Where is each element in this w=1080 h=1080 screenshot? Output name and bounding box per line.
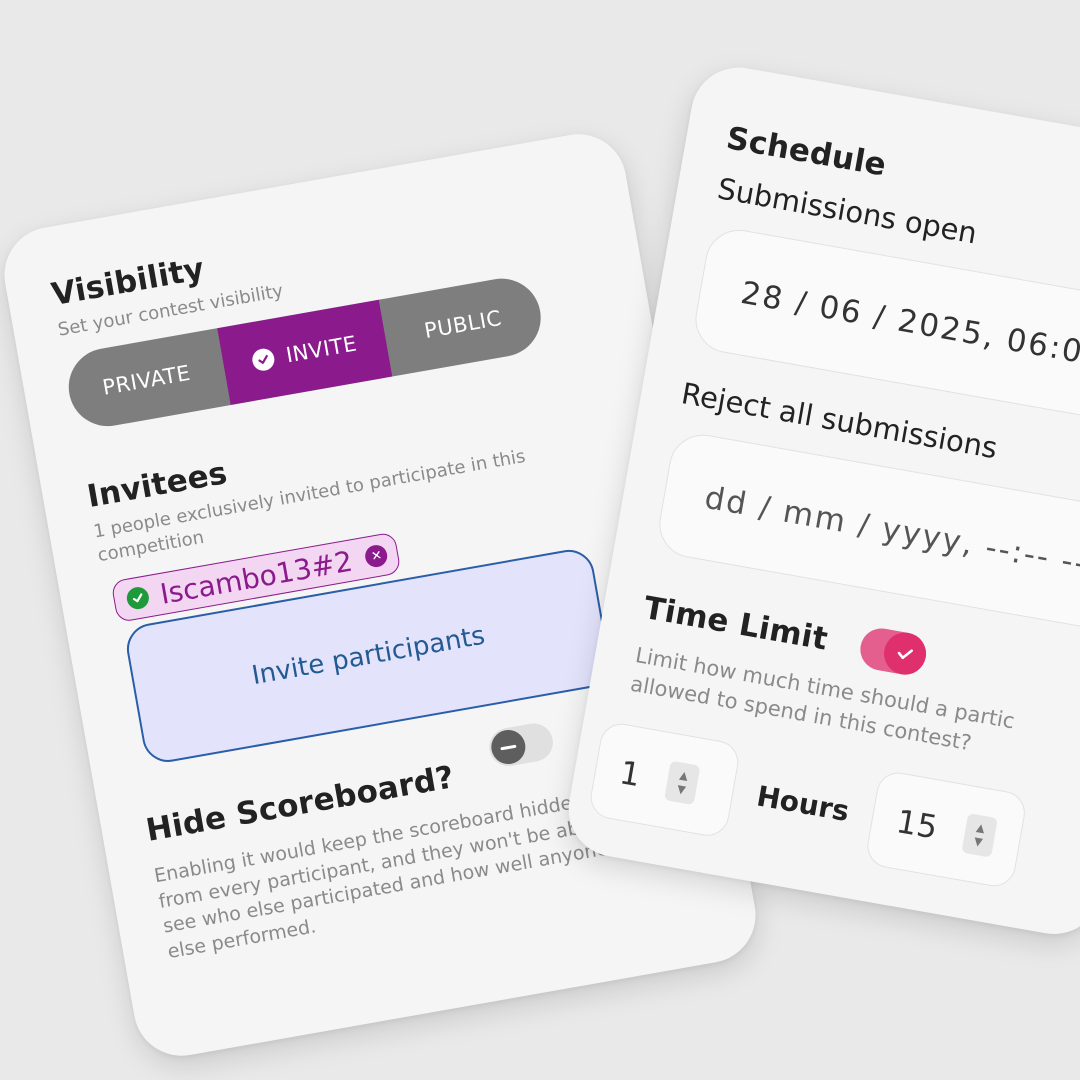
verified-check-icon (125, 585, 151, 612)
hours-unit-label: Hours (754, 779, 852, 829)
schedule-card: Schedule Submissions open 28 / 06 / 2025… (561, 60, 1080, 942)
visibility-option-public[interactable]: PUBLIC (379, 273, 547, 377)
check-circle-icon (250, 347, 277, 373)
hours-stepper-icon[interactable]: ▲ ▼ (664, 760, 701, 805)
visibility-option-label: PUBLIC (422, 306, 504, 344)
visibility-option-label: INVITE (284, 331, 359, 368)
toggle-check-icon (880, 629, 930, 678)
minutes-stepper-icon[interactable]: ▲ ▼ (961, 812, 998, 858)
remove-invitee-icon[interactable]: ✕ (363, 543, 390, 569)
toggle-knob-minus-icon (488, 727, 529, 767)
visibility-option-label: PRIVATE (100, 361, 193, 401)
visibility-option-invite[interactable]: INVITE (216, 300, 393, 406)
hours-input[interactable]: 1 ▲ ▼ (587, 719, 742, 839)
invitees-section: Invitees 1 people exclusively invited to… (85, 386, 670, 768)
minutes-value: 15 (893, 801, 941, 847)
minutes-input[interactable]: 15 ▲ ▼ (864, 768, 1029, 890)
hide-scoreboard-toggle[interactable] (486, 720, 556, 770)
visibility-option-private[interactable]: PRIVATE (63, 329, 231, 433)
time-limit-toggle[interactable] (857, 625, 930, 678)
hours-value: 1 (616, 752, 644, 794)
